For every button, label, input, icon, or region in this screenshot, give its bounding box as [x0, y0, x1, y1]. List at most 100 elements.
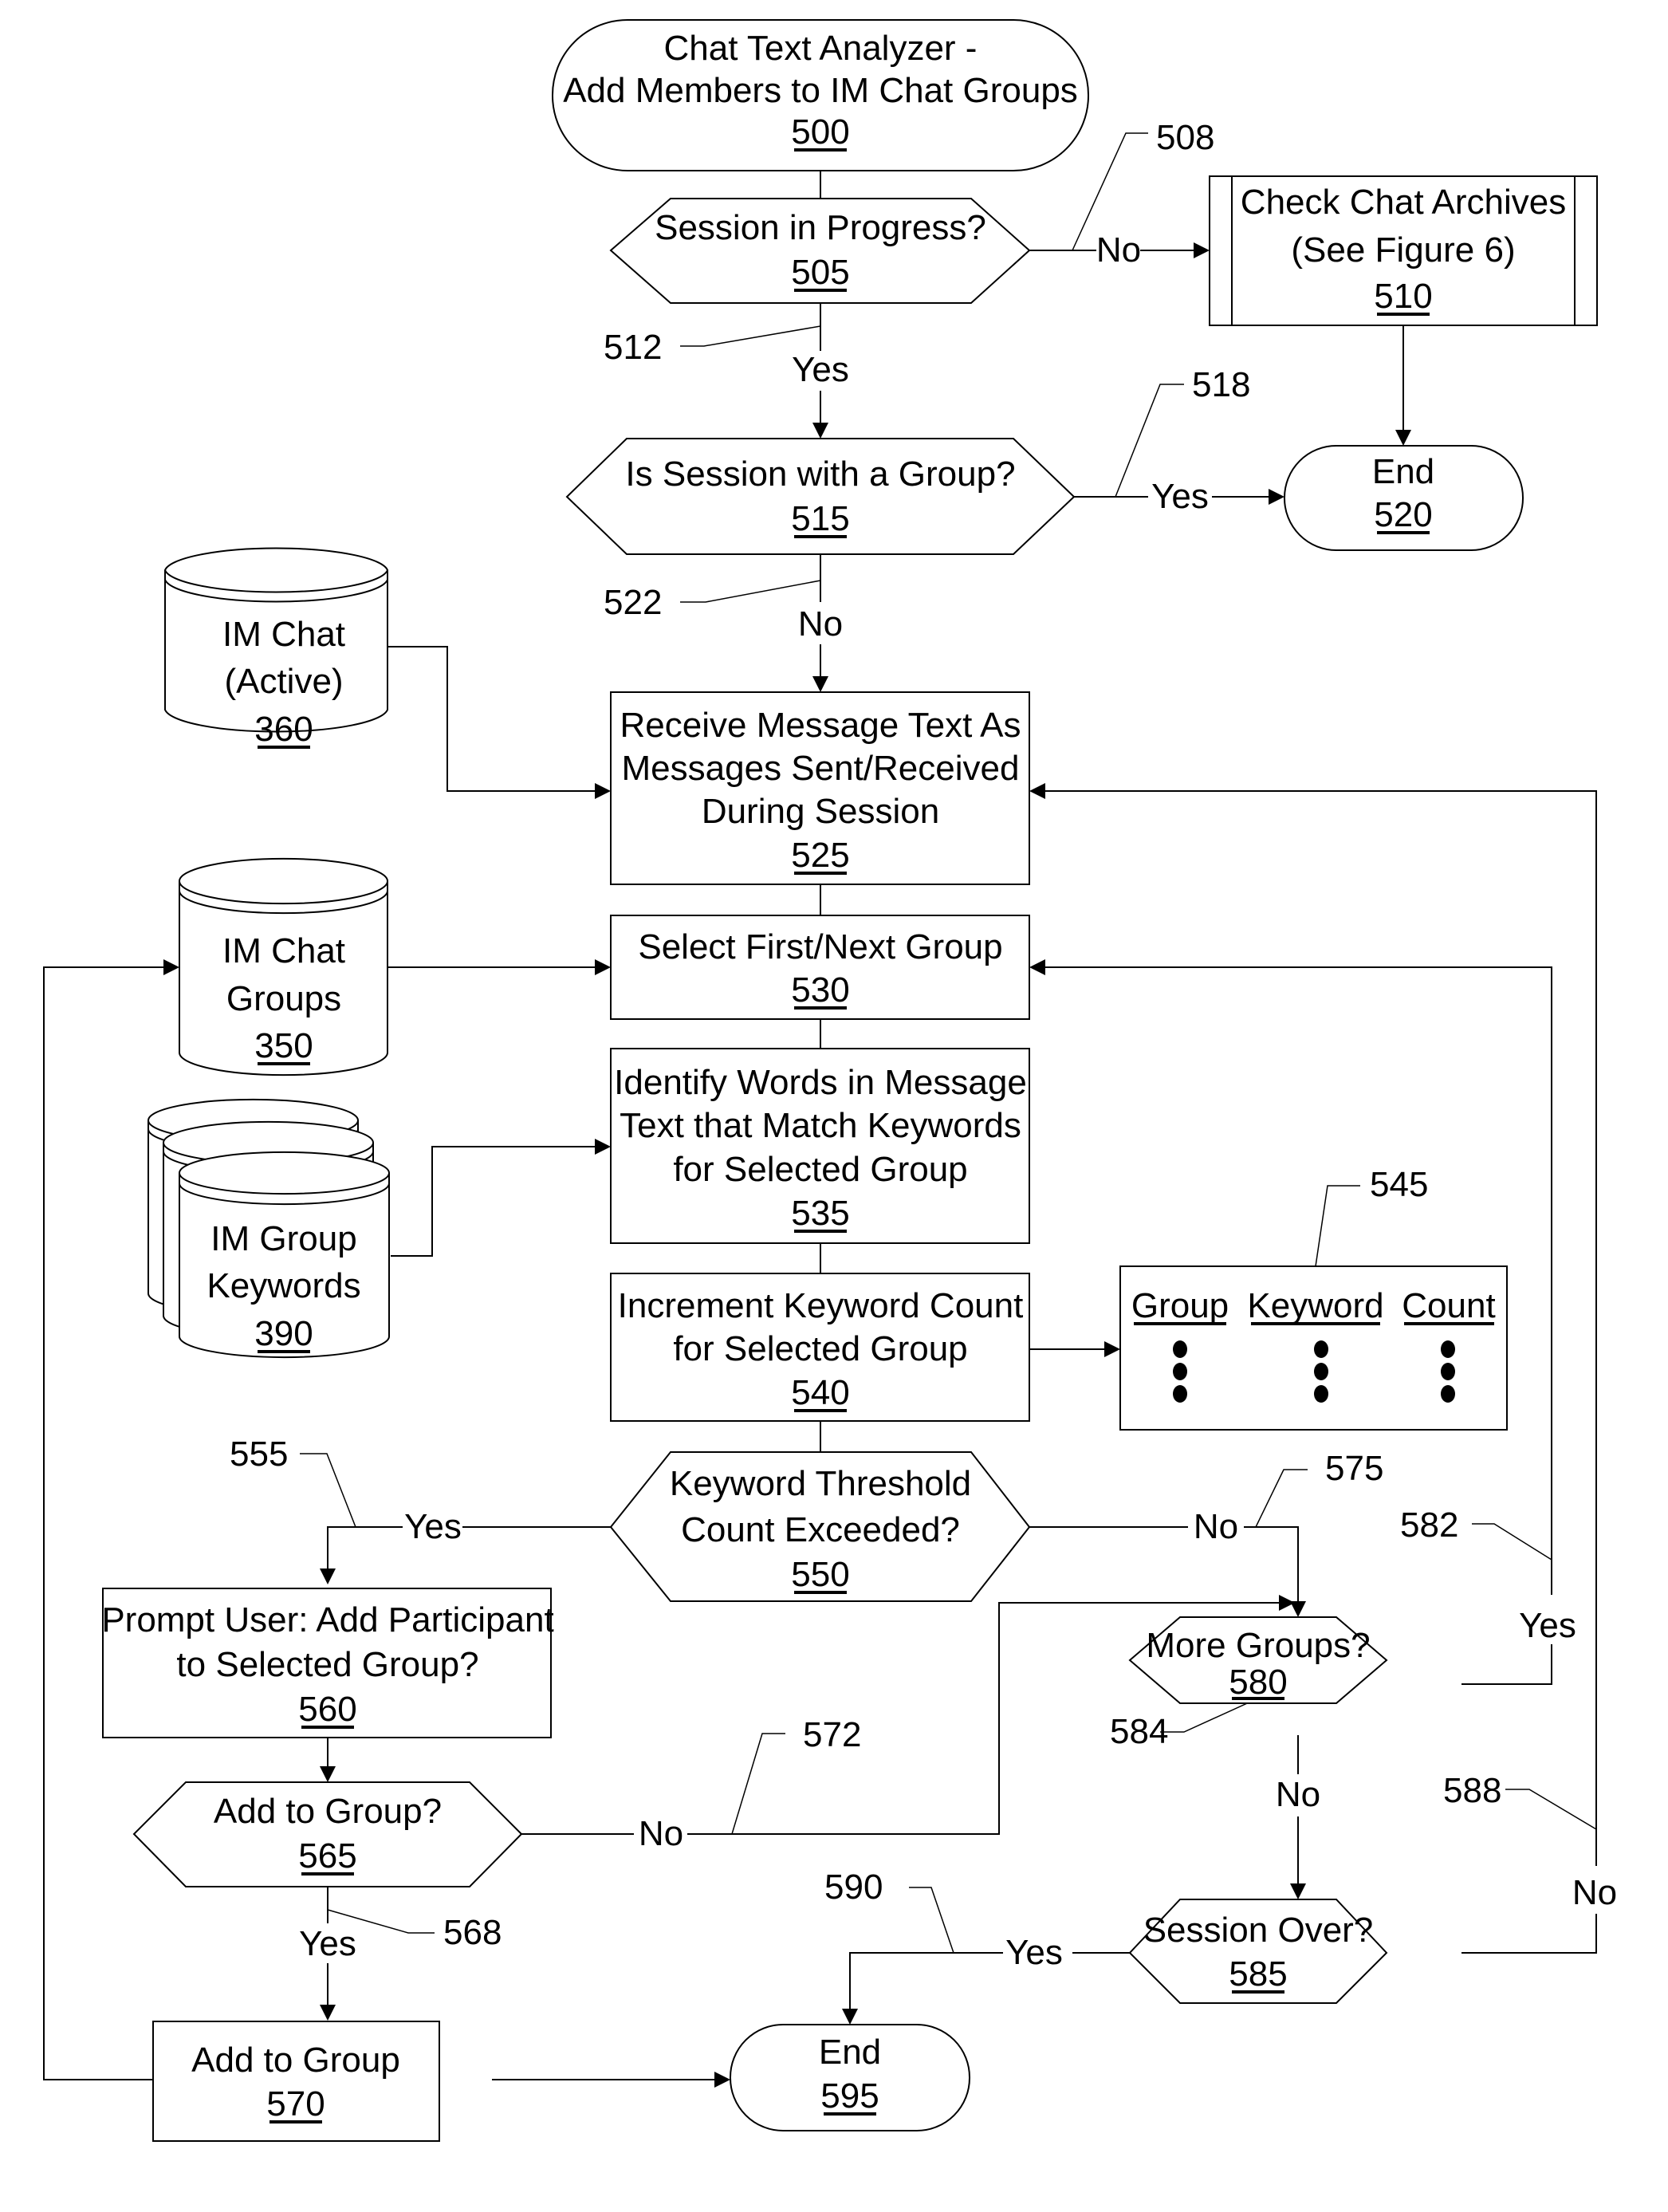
db-360-im-chat-active[interactable]: IM Chat (Active) 360 [164, 547, 388, 749]
table-header-count: Count [1402, 1286, 1495, 1325]
edge-585-yes-b [849, 1952, 1003, 2010]
node-540-ref: 540 [791, 1373, 849, 1412]
node-525-process[interactable]: Receive Message Text As Messages Sent/Re… [610, 691, 1030, 885]
leader-590 [909, 1887, 954, 1954]
node-595-ref: 595 [820, 2076, 879, 2116]
node-570-process[interactable]: Add to Group 570 [152, 2021, 440, 2142]
table-header-keyword: Keyword [1247, 1286, 1383, 1325]
node-560-line-1: Prompt User: Add Participant [101, 1600, 553, 1639]
leader-522 [680, 580, 821, 603]
node-580-decision[interactable]: More Groups? 580 [1128, 1616, 1388, 1704]
arrowhead [1279, 1595, 1295, 1611]
edge-570-350 [43, 966, 165, 2080]
label-550-no: No [1194, 1507, 1238, 1546]
node-550-line-1: Keyword Threshold [670, 1464, 971, 1503]
callout-590: 590 [824, 1868, 883, 1907]
node-510-predefined-process[interactable]: Check Chat Archives (See Figure 6) 510 [1209, 175, 1598, 326]
node-505-decision[interactable]: Session in Progress? 505 [609, 198, 1031, 304]
node-515-ref: 515 [791, 499, 849, 538]
label-505-yes: Yes [792, 350, 849, 389]
arrowhead [1395, 430, 1411, 446]
node-565-ref: 565 [298, 1836, 356, 1875]
leader-582 [1472, 1523, 1552, 1561]
node-525-line-1: Receive Message Text As [620, 706, 1021, 745]
node-500-line-1: Chat Text Analyzer - [664, 29, 978, 68]
node-535-line-1: Identify Words in Message [614, 1063, 1027, 1102]
label-565-no: No [639, 1814, 683, 1853]
callout-508: 508 [1156, 118, 1214, 157]
node-535-ref: 535 [791, 1194, 849, 1233]
leader-572 [731, 1733, 785, 1835]
edge-360-525 [387, 646, 596, 792]
node-535-line-3: for Selected Group [673, 1150, 967, 1189]
leader-588 [1505, 1789, 1597, 1830]
table-545-keyword-counts: Group Keyword Count [1119, 1265, 1508, 1431]
node-500-start[interactable]: Chat Text Analyzer - Add Members to IM C… [552, 19, 1089, 171]
arrowhead [1029, 783, 1045, 799]
node-515-line-1: Is Session with a Group? [625, 455, 1015, 494]
arrowhead [1194, 242, 1210, 258]
node-510-ref: 510 [1374, 277, 1432, 316]
node-580-line-1: More Groups? [1146, 1626, 1370, 1665]
arrowhead [320, 1766, 336, 1782]
node-535-process[interactable]: Identify Words in Message Text that Matc… [610, 1048, 1030, 1244]
label-515-yes: Yes [1151, 477, 1209, 516]
node-560-process[interactable]: Prompt User: Add Participant to Selected… [101, 1588, 554, 1738]
node-530-process[interactable]: Select First/Next Group 530 [610, 915, 1030, 1020]
edge-585-no-a [1461, 1914, 1597, 1954]
arrowhead [163, 959, 179, 975]
callout-584: 584 [1110, 1712, 1168, 1751]
leader-512 [680, 325, 821, 347]
node-530-ref: 530 [791, 970, 849, 1010]
node-570-ref: 570 [266, 2084, 325, 2123]
node-520-line-1: End [1372, 452, 1434, 491]
label-585-yes: Yes [1005, 1933, 1063, 1972]
node-535-line-2: Text that Match Keywords [620, 1106, 1021, 1145]
arrowhead [320, 2005, 336, 2021]
node-585-line-1: Session Over? [1143, 1911, 1374, 1950]
leader-575 [1255, 1469, 1308, 1528]
node-580-ref: 580 [1229, 1663, 1287, 1702]
edge-550-no-b [1244, 1526, 1299, 1603]
arrowhead [812, 676, 828, 692]
label-585-no: No [1572, 1873, 1617, 1912]
node-525-ref: 525 [791, 836, 849, 875]
callout-575: 575 [1325, 1449, 1383, 1488]
db-360-line-1: IM Chat [222, 615, 345, 654]
node-550-line-2: Count Exceeded? [681, 1510, 960, 1549]
node-540-process[interactable]: Increment Keyword Count for Selected Gro… [610, 1273, 1030, 1422]
node-520-end[interactable]: End 520 [1284, 445, 1524, 551]
callout-588: 588 [1443, 1771, 1501, 1810]
node-525-line-3: During Session [702, 792, 939, 831]
label-565-yes: Yes [299, 1924, 356, 1963]
arrowhead [1104, 1341, 1120, 1357]
arrowhead [1269, 489, 1284, 505]
db-360-line-2: (Active) [224, 662, 343, 701]
node-585-decision[interactable]: Session Over? 585 [1128, 1899, 1388, 2004]
node-515-decision[interactable]: Is Session with a Group? 515 [565, 438, 1076, 555]
node-550-ref: 550 [791, 1555, 849, 1594]
node-560-ref: 560 [298, 1690, 356, 1729]
db-350-im-chat-groups[interactable]: IM Chat Groups 350 [179, 857, 388, 1076]
label-580-yes: Yes [1519, 1606, 1576, 1645]
node-500-line-2: Add Members to IM Chat Groups [563, 71, 1078, 110]
edge-550-yes-b [327, 1526, 403, 1570]
node-565-line-1: Add to Group? [214, 1792, 442, 1831]
column-group-ellipsis [1173, 1340, 1187, 1403]
edge-580-yes-a [1461, 1644, 1552, 1685]
node-570-line-1: Add to Group [191, 2041, 400, 2080]
node-565-decision[interactable]: Add to Group? 565 [132, 1781, 523, 1887]
node-595-end[interactable]: End 595 [730, 2024, 970, 2131]
label-580-no: No [1276, 1775, 1320, 1814]
table-header-group: Group [1131, 1286, 1229, 1325]
label-505-no: No [1096, 230, 1141, 270]
arrowhead [842, 2009, 858, 2025]
callout-568: 568 [443, 1913, 502, 1952]
arrowhead [714, 2072, 730, 2088]
column-keyword-ellipsis [1314, 1340, 1328, 1403]
node-550-decision[interactable]: Keyword Threshold Count Exceeded? 550 [609, 1451, 1031, 1602]
db-390-im-group-keywords[interactable]: IM Group Keywords 390 [148, 1098, 390, 1359]
arrowhead [320, 1568, 336, 1584]
node-540-line-1: Increment Keyword Count [618, 1286, 1024, 1325]
db-350-ref: 350 [254, 1026, 313, 1065]
